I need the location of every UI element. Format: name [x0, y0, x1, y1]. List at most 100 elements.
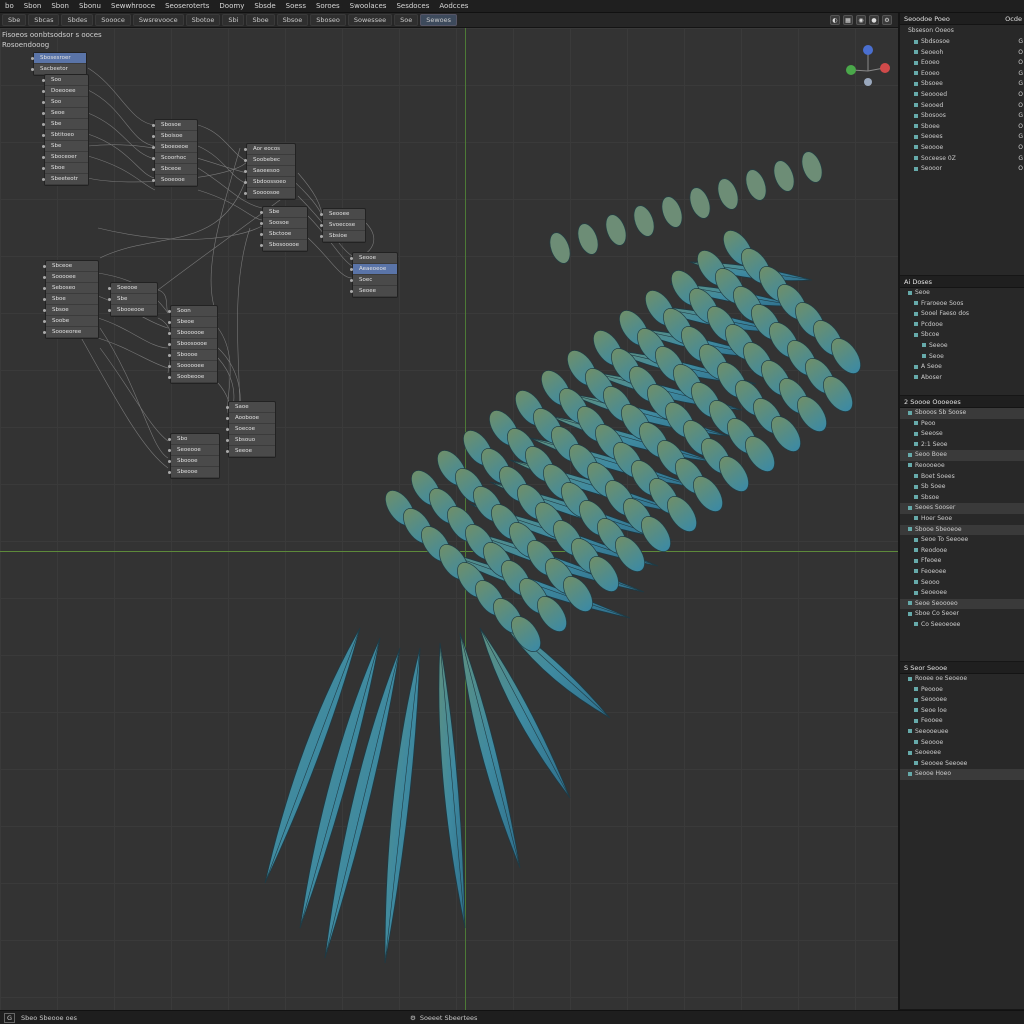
property-row[interactable]: Seeose — [900, 429, 1024, 440]
property-row[interactable]: Ffeoee — [900, 556, 1024, 567]
camera-icon[interactable]: ◉ — [856, 15, 866, 25]
property-row[interactable]: Peoo — [900, 419, 1024, 430]
wing-model[interactable] — [0, 28, 898, 1010]
shading-icon[interactable]: ● — [869, 15, 879, 25]
visibility-toggle[interactable]: G — [1018, 79, 1023, 90]
menu-item[interactable]: Sewwhrooce — [106, 2, 160, 10]
property-row[interactable]: Sboe Co Seoer — [900, 609, 1024, 620]
view-icon[interactable]: ◐ — [830, 15, 840, 25]
property-row[interactable]: Hoer Seoe — [900, 514, 1024, 525]
menu-item[interactable]: Swoolaces — [345, 2, 392, 10]
toolbar-tab[interactable]: Sboe — [246, 14, 275, 26]
y-axis-handle[interactable] — [846, 65, 856, 75]
toolbar-tab[interactable]: Sbsoe — [276, 14, 309, 26]
property-row[interactable]: Seoe loe — [900, 706, 1024, 717]
visibility-toggle[interactable]: O — [1018, 48, 1023, 59]
toolbar-tab[interactable]: Sowessee — [347, 14, 393, 26]
outliner-item[interactable]: Soceese 0Z G — [900, 154, 1024, 165]
property-row[interactable]: Sbsoe — [900, 493, 1024, 504]
property-row[interactable]: Reoooeoe — [900, 461, 1024, 472]
property-row[interactable]: Seeooeuee — [900, 727, 1024, 738]
visibility-toggle[interactable]: O — [1018, 58, 1023, 69]
property-row[interactable]: Fraroeoe Soos — [900, 299, 1024, 310]
property-row[interactable]: Sbooe Sbeoeoe — [900, 524, 1024, 536]
visibility-toggle[interactable]: G — [1018, 69, 1023, 80]
z-axis-handle[interactable] — [863, 45, 873, 55]
outliner-item[interactable]: Seoees G — [900, 132, 1024, 143]
outliner-item[interactable]: Eooeo O — [900, 58, 1024, 69]
visibility-toggle[interactable]: G — [1018, 154, 1023, 165]
property-row[interactable]: Rooee oe Seoeoe — [900, 674, 1024, 685]
menu-item[interactable]: bo — [0, 2, 19, 10]
axis-gizmo[interactable] — [838, 36, 898, 96]
menu-item[interactable]: Aodcces — [434, 2, 473, 10]
property-row[interactable]: Boet Soees — [900, 472, 1024, 483]
outliner-item[interactable]: Seoooe O — [900, 143, 1024, 154]
property-row[interactable]: Co Seeoeoee — [900, 620, 1024, 631]
gear-icon[interactable]: ⚙ — [410, 1014, 416, 1022]
grid-icon[interactable]: ▦ — [843, 15, 853, 25]
property-row[interactable]: Seoe Seoooeo — [900, 598, 1024, 610]
visibility-toggle[interactable]: O — [1018, 164, 1023, 175]
property-row[interactable]: Seoeoee — [900, 748, 1024, 759]
settings-icon[interactable]: ⚙ — [882, 15, 892, 25]
outliner-item[interactable]: Seooed O — [900, 101, 1024, 112]
property-row[interactable]: Seoooe — [900, 738, 1024, 749]
visibility-toggle[interactable]: O — [1018, 143, 1023, 154]
toolbar-tab[interactable]: Sbotoe — [185, 14, 221, 26]
property-row[interactable]: Reodooe — [900, 546, 1024, 557]
property-row[interactable]: Seoooee — [900, 695, 1024, 706]
visibility-toggle[interactable]: G — [1018, 132, 1023, 143]
outliner-header-icon[interactable]: Ocde — [1005, 13, 1024, 25]
status-icon[interactable]: G — [4, 1012, 16, 1023]
outliner-item[interactable]: Seoeoh O — [900, 48, 1024, 59]
property-row[interactable]: Aboser — [900, 373, 1024, 384]
visibility-toggle[interactable]: O — [1018, 90, 1023, 101]
property-row[interactable]: Seoes Sooser — [900, 503, 1024, 514]
toolbar-tab[interactable]: Soooce — [95, 14, 131, 26]
outliner-item[interactable]: Eooeo G — [900, 69, 1024, 80]
toolbar-tab[interactable]: Soe — [394, 14, 419, 26]
menu-item[interactable]: Sesdoces — [391, 2, 434, 10]
property-row[interactable]: Seooe Hoeo — [900, 769, 1024, 780]
outliner-item[interactable]: Seooor O — [900, 164, 1024, 175]
toolbar-tab[interactable]: Sbcas — [28, 14, 60, 26]
property-row[interactable]: Seoe To Seeoee — [900, 535, 1024, 546]
toolbar-tab[interactable]: Sewoes — [420, 14, 458, 26]
toolbar-tab[interactable]: Sboseo — [310, 14, 346, 26]
outliner-item[interactable]: Seoooed O — [900, 90, 1024, 101]
property-row[interactable]: Feooee — [900, 716, 1024, 727]
outliner-item[interactable]: Sbosoos G — [900, 111, 1024, 122]
property-row[interactable]: A Seoe — [900, 362, 1024, 373]
menu-item[interactable]: Seoseroterts — [160, 2, 214, 10]
property-row[interactable]: Peoooe — [900, 685, 1024, 696]
menu-item[interactable]: Sbonu — [74, 2, 106, 10]
3d-viewport[interactable]: Fisoeos oonbtsodsor s ooces Rosoendooog — [0, 28, 898, 1010]
x-axis-handle[interactable] — [880, 63, 890, 73]
toolbar-tab[interactable]: Swsrevooce — [132, 14, 184, 26]
property-row[interactable]: Feoeoee — [900, 567, 1024, 578]
property-row[interactable]: Seoo Boee — [900, 450, 1024, 461]
menu-item[interactable]: Soroes — [311, 2, 345, 10]
toolbar-tab[interactable]: Sbi — [222, 14, 245, 26]
visibility-toggle[interactable]: G — [1018, 37, 1023, 48]
menu-item[interactable]: Doomy — [214, 2, 249, 10]
outliner-item[interactable]: Sboee O — [900, 122, 1024, 133]
property-row[interactable]: Seooo — [900, 578, 1024, 589]
menu-item[interactable]: Sbon — [19, 2, 47, 10]
property-row[interactable]: Seooee Seeoee — [900, 759, 1024, 770]
visibility-toggle[interactable]: G — [1018, 111, 1023, 122]
property-row[interactable]: Pcdooe — [900, 320, 1024, 331]
property-row[interactable]: Sbooos Sb Soose — [900, 408, 1024, 419]
property-row[interactable]: Seoe — [900, 352, 1024, 363]
property-row[interactable]: Seoe — [900, 288, 1024, 299]
menu-item[interactable]: Sbsde — [249, 2, 280, 10]
property-row[interactable]: Seeoe — [900, 341, 1024, 352]
property-row[interactable]: 2:1 Seoe — [900, 440, 1024, 451]
property-row[interactable]: Sbcoe — [900, 330, 1024, 341]
outliner-item[interactable]: Sbdsosoe G — [900, 37, 1024, 48]
menu-item[interactable]: Sbon — [46, 2, 74, 10]
visibility-toggle[interactable]: O — [1018, 122, 1023, 133]
toolbar-tab[interactable]: Sbdes — [61, 14, 94, 26]
toolbar-tab[interactable]: Sbe — [2, 14, 27, 26]
